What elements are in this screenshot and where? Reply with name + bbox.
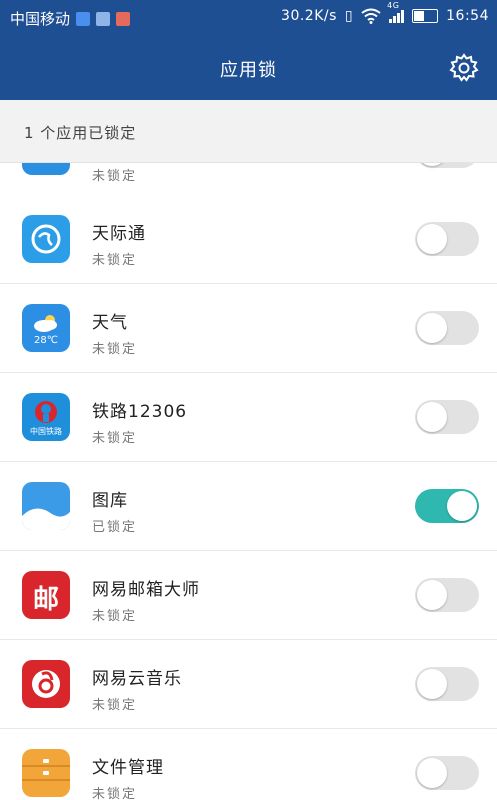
lock-toggle[interactable]	[415, 400, 479, 434]
app-row[interactable]: 天际通 未锁定	[0, 195, 497, 284]
signal-icon: 4G	[387, 1, 405, 23]
music-app-icon	[22, 660, 70, 708]
app-row[interactable]: 图库 已锁定	[0, 462, 497, 551]
network-type: 4G	[387, 0, 400, 10]
app-row[interactable]: 28℃ 天气 未锁定	[0, 284, 497, 373]
app-notification-icon	[116, 11, 131, 26]
lock-toggle[interactable]	[415, 222, 479, 256]
app-name: 图库	[92, 491, 128, 511]
mail-app-icon: 邮	[22, 571, 70, 619]
app-name: 天气	[92, 313, 128, 333]
locked-count-text: 1 个应用已锁定	[24, 124, 137, 142]
app-bar: 应用锁	[0, 38, 497, 100]
status-bar: 中国移动 30.2K/s ▯ 4G 16:54	[0, 0, 497, 38]
status-right: 30.2K/s ▯ 4G 16:54	[281, 1, 489, 24]
railway-app-icon: 中国铁路	[22, 393, 70, 441]
gallery-app-icon	[22, 482, 70, 530]
edit-app-icon	[22, 163, 70, 175]
app-list[interactable]: 未锁定 天际通 未锁定 28℃ 天气 未锁定 中国铁路 铁路12306 未锁定 …	[0, 163, 497, 800]
app-name: 铁路12306	[92, 402, 188, 422]
weather-badge: 28℃	[34, 335, 58, 346]
railway-badge: 中国铁路	[30, 427, 62, 436]
weather-app-icon: 28℃	[22, 304, 70, 352]
vibrate-icon: ▯	[344, 8, 354, 24]
app-lock-status: 已锁定	[92, 520, 138, 535]
clock: 16:54	[446, 8, 489, 24]
page-title: 应用锁	[220, 60, 277, 81]
app-name: 文件管理	[92, 758, 164, 778]
app-lock-status: 未锁定	[92, 787, 138, 800]
app-row[interactable]: 未锁定	[0, 163, 497, 196]
network-speed: 30.2K/s	[281, 8, 337, 24]
notification-icon	[76, 11, 91, 26]
app-row[interactable]: 中国铁路 铁路12306 未锁定	[0, 373, 497, 462]
gear-icon[interactable]	[449, 53, 479, 83]
lock-toggle[interactable]	[415, 578, 479, 612]
app-row[interactable]: 文件管理 未锁定	[0, 729, 497, 800]
lock-toggle[interactable]	[415, 311, 479, 345]
lock-toggle[interactable]	[415, 667, 479, 701]
app-lock-status: 未锁定	[92, 169, 138, 184]
app-name: 网易云音乐	[92, 669, 182, 689]
mail-badge: 邮	[32, 585, 59, 615]
app-row[interactable]: 邮 网易邮箱大师 未锁定	[0, 551, 497, 640]
lock-toggle[interactable]	[415, 163, 479, 168]
lock-toggle[interactable]	[415, 489, 479, 523]
globe-app-icon	[22, 215, 70, 263]
status-left: 中国移动	[10, 8, 131, 29]
carrier-label: 中国移动	[10, 10, 71, 28]
lock-summary: 1 个应用已锁定	[0, 100, 497, 163]
app-lock-status: 未锁定	[92, 431, 138, 446]
app-lock-status: 未锁定	[92, 609, 138, 624]
app-row[interactable]: 网易云音乐 未锁定	[0, 640, 497, 729]
app-lock-status: 未锁定	[92, 342, 138, 357]
wifi-icon	[361, 8, 381, 24]
app-lock-status: 未锁定	[92, 253, 138, 268]
app-name: 天际通	[92, 224, 146, 244]
app-lock-status: 未锁定	[92, 698, 138, 713]
app-name: 网易邮箱大师	[92, 580, 200, 600]
image-notification-icon	[96, 11, 111, 26]
lock-toggle[interactable]	[415, 756, 479, 790]
battery-icon	[412, 9, 439, 23]
files-app-icon	[22, 749, 70, 797]
